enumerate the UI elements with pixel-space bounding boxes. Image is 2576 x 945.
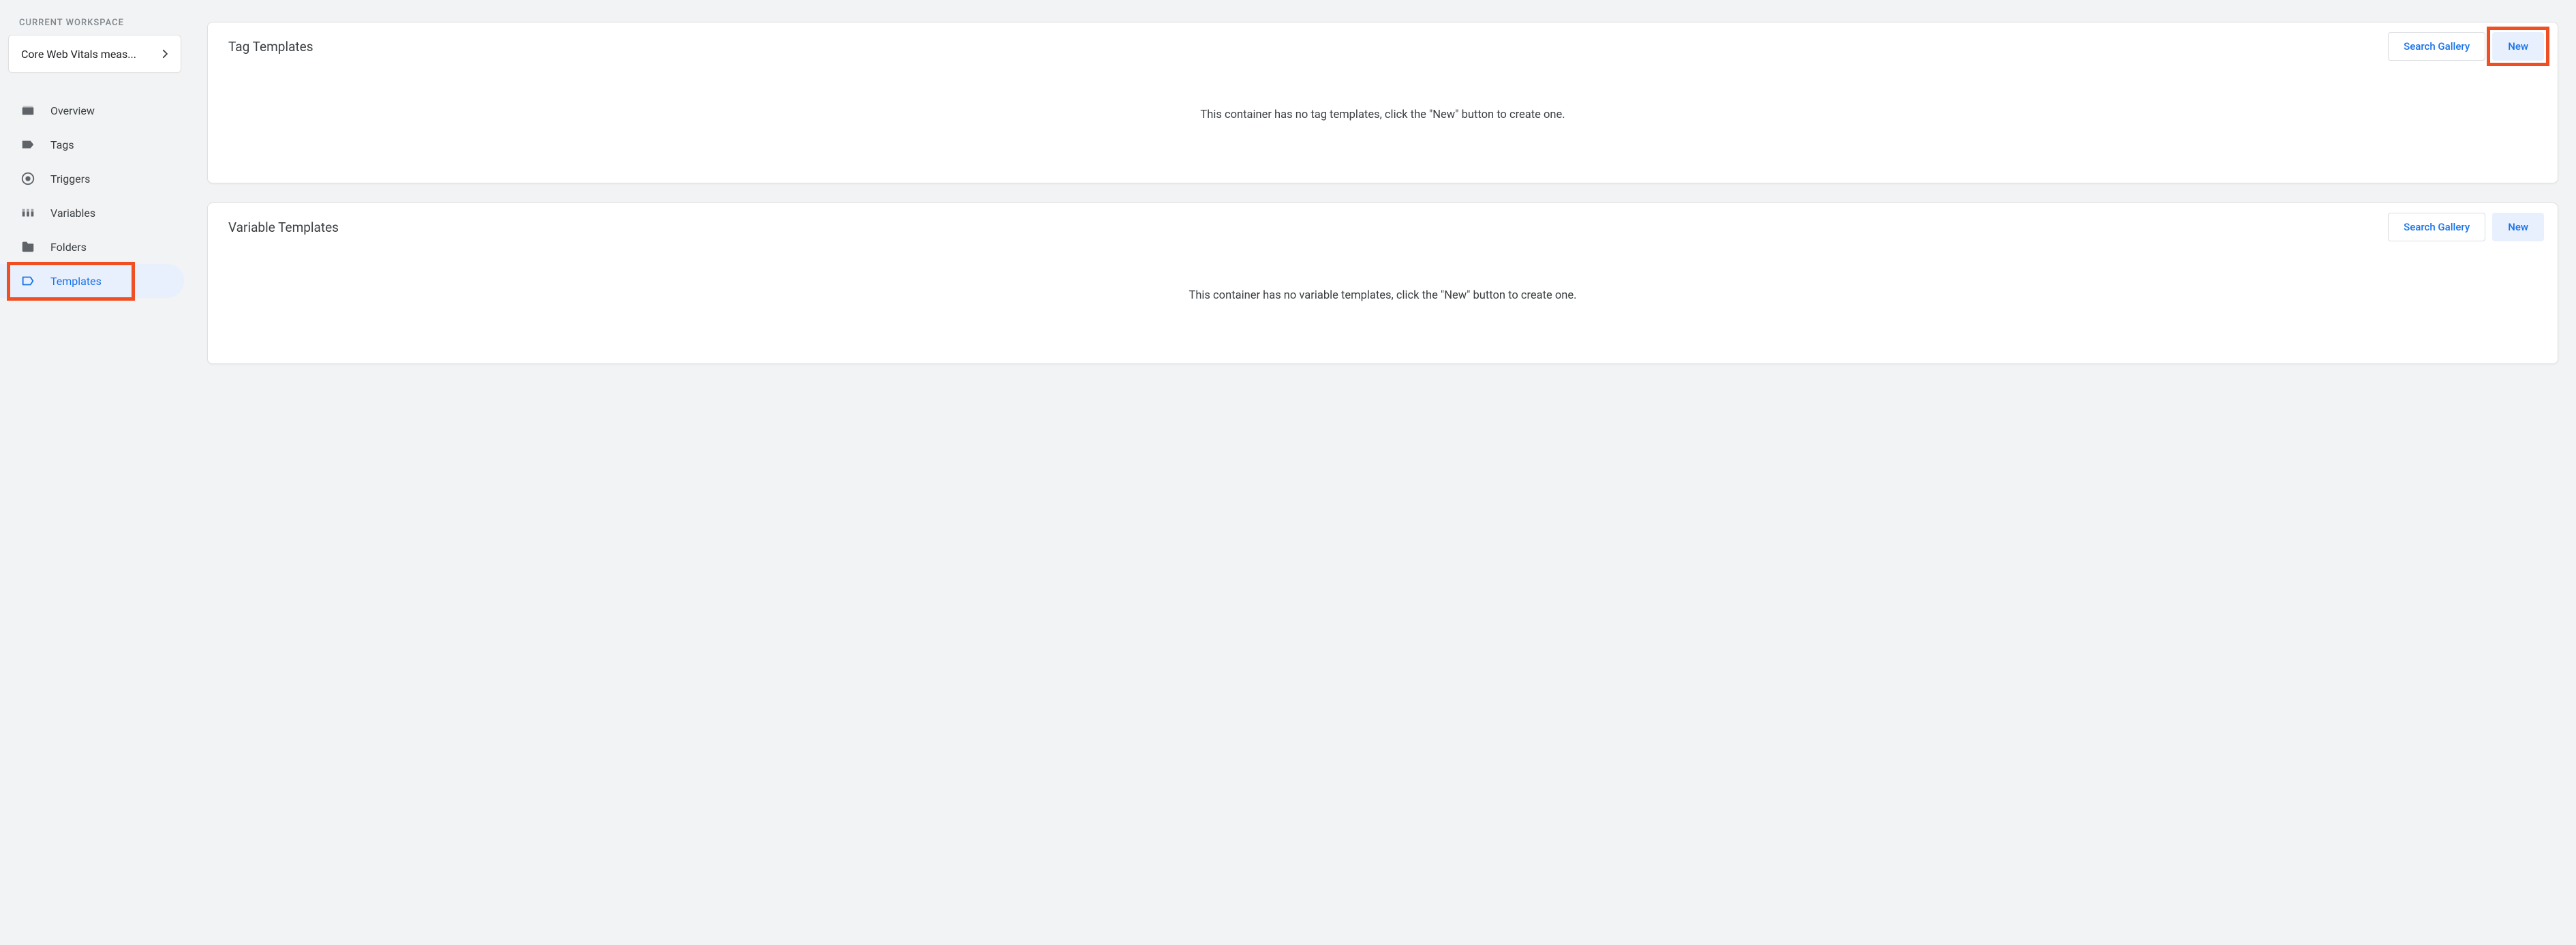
sidebar-item-templates[interactable]: Templates bbox=[0, 264, 184, 298]
sidebar-item-folders[interactable]: Folders bbox=[0, 230, 184, 264]
card-header: Tag Templates Search Gallery New bbox=[208, 22, 2558, 61]
card-actions: Search Gallery New bbox=[2388, 213, 2544, 241]
sidebar-item-label: Folders bbox=[50, 241, 87, 254]
sidebar: CURRENT WORKSPACE Core Web Vitals meas..… bbox=[0, 7, 189, 945]
sidebar-item-tags[interactable]: Tags bbox=[0, 127, 184, 162]
sidebar-item-triggers[interactable]: Triggers bbox=[0, 162, 184, 196]
workspace-heading: CURRENT WORKSPACE bbox=[0, 18, 189, 35]
chevron-right-icon bbox=[159, 48, 171, 60]
sidebar-item-label: Overview bbox=[50, 104, 95, 117]
variable-icon bbox=[20, 205, 35, 220]
sidebar-item-label: Variables bbox=[50, 207, 95, 220]
card-header: Variable Templates Search Gallery New bbox=[208, 203, 2558, 241]
card-empty-message: This container has no tag templates, cli… bbox=[208, 61, 2558, 183]
trigger-icon bbox=[20, 171, 35, 186]
sidebar-nav: Overview Tags Triggers Variables bbox=[0, 93, 189, 298]
new-button-wrap: New bbox=[2492, 32, 2544, 61]
variable-templates-card: Variable Templates Search Gallery New Th… bbox=[207, 202, 2558, 364]
sidebar-item-overview[interactable]: Overview bbox=[0, 93, 184, 127]
card-actions: Search Gallery New bbox=[2388, 32, 2544, 61]
card-empty-message: This container has no variable templates… bbox=[208, 241, 2558, 363]
card-title: Variable Templates bbox=[228, 220, 339, 235]
tag-templates-card: Tag Templates Search Gallery New This co… bbox=[207, 22, 2558, 183]
sidebar-item-variables[interactable]: Variables bbox=[0, 196, 184, 230]
workspace-name: Core Web Vitals meas... bbox=[21, 48, 136, 61]
new-button[interactable]: New bbox=[2492, 32, 2544, 61]
template-icon bbox=[20, 273, 35, 288]
sidebar-item-label: Triggers bbox=[50, 172, 90, 185]
search-gallery-button[interactable]: Search Gallery bbox=[2388, 32, 2485, 61]
sidebar-item-label: Tags bbox=[50, 138, 74, 151]
app-root: CURRENT WORKSPACE Core Web Vitals meas..… bbox=[0, 0, 2576, 945]
main-content: Tag Templates Search Gallery New This co… bbox=[189, 7, 2576, 945]
search-gallery-button[interactable]: Search Gallery bbox=[2388, 213, 2485, 241]
card-title: Tag Templates bbox=[228, 39, 313, 55]
workspace-selector[interactable]: Core Web Vitals meas... bbox=[8, 35, 181, 73]
overview-icon bbox=[20, 103, 35, 118]
tag-icon bbox=[20, 137, 35, 152]
new-button[interactable]: New bbox=[2492, 213, 2544, 241]
folder-icon bbox=[20, 239, 35, 254]
sidebar-item-label: Templates bbox=[50, 275, 102, 288]
